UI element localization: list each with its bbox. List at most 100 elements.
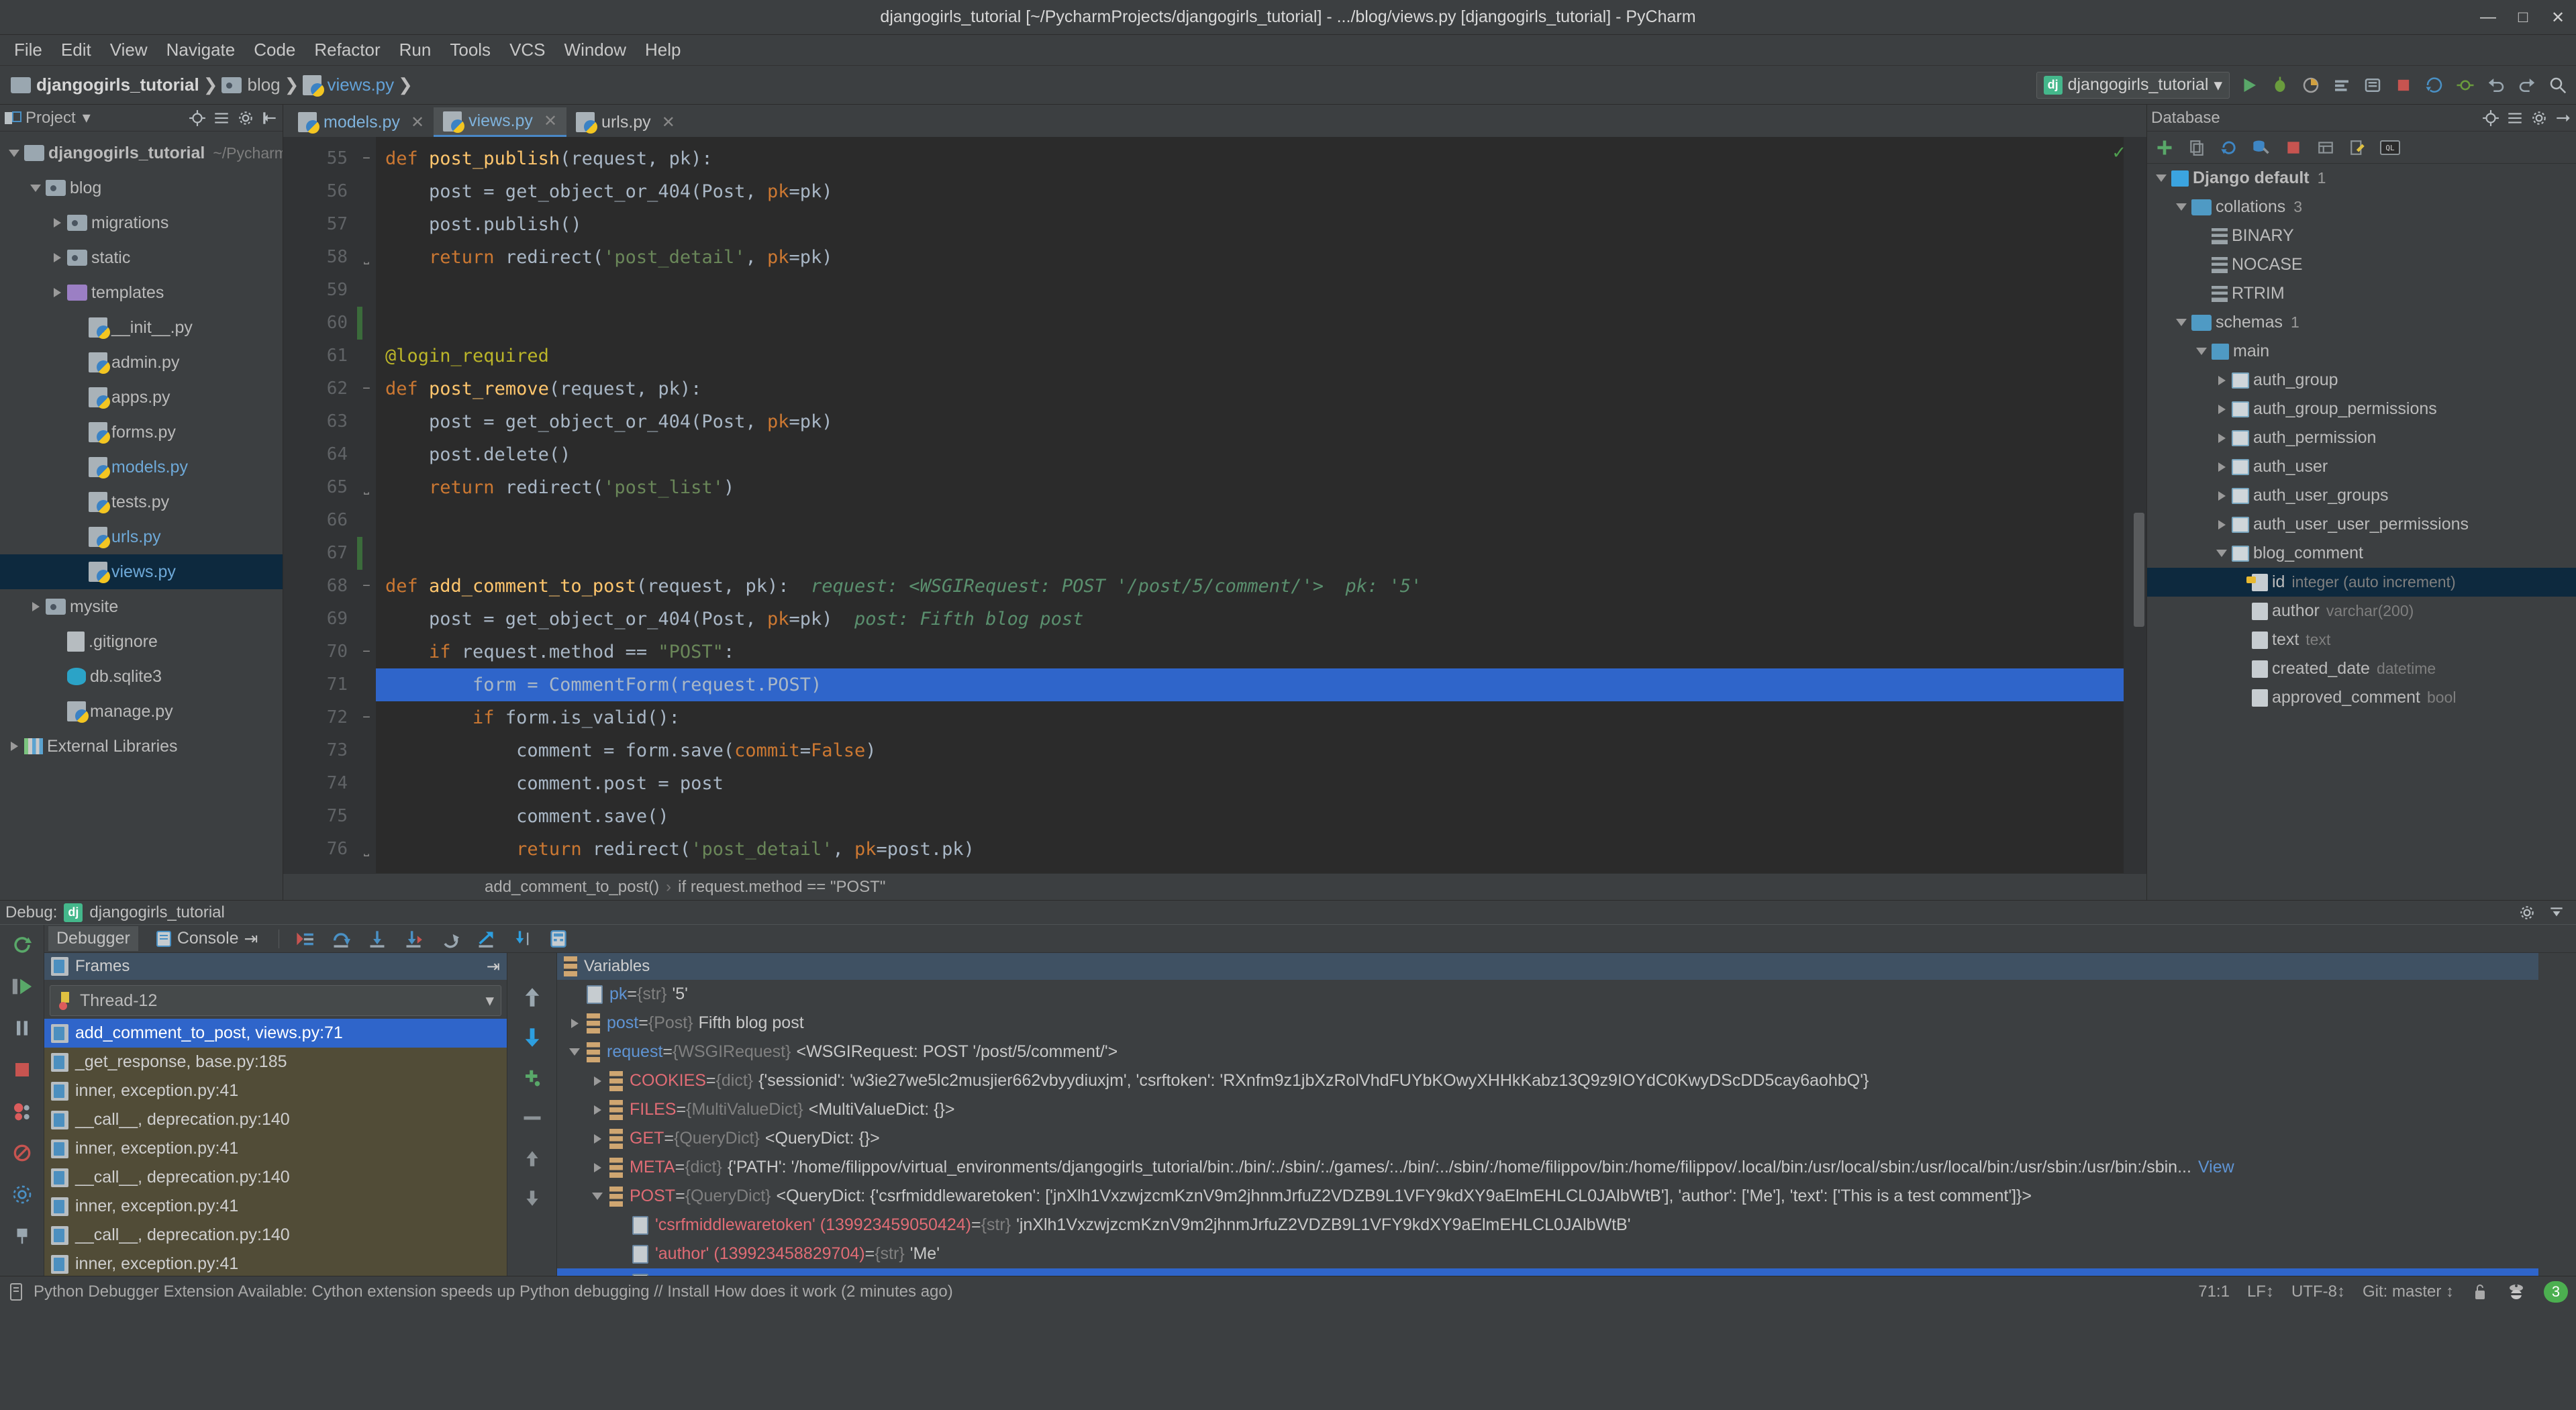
code-line[interactable]: post.delete() — [376, 438, 2124, 471]
database-tree-item[interactable]: blog_comment — [2147, 539, 2576, 568]
line-number[interactable]: 71 — [283, 668, 357, 701]
variable-row[interactable]: 'csrfmiddlewaretoken' (139923459050424) … — [557, 1211, 2538, 1240]
variable-row[interactable]: 'author' (139923458829704) = {str} 'Me' — [557, 1240, 2538, 1268]
stop-program-icon[interactable] — [9, 1056, 36, 1083]
project-tree-item[interactable]: models.py — [0, 450, 283, 485]
commit-icon[interactable] — [2454, 74, 2477, 97]
expand-twisty-icon[interactable] — [585, 1134, 609, 1144]
caret-position[interactable]: 71:1 — [2198, 1282, 2230, 1301]
resume-program-icon[interactable] — [9, 973, 36, 1000]
refresh-icon[interactable] — [2218, 137, 2240, 158]
expand-twisty-icon[interactable] — [585, 1105, 609, 1115]
code-line[interactable]: def post_publish(request, pk): — [376, 142, 2124, 175]
database-tree-item[interactable]: author varchar(200) — [2147, 597, 2576, 625]
move-watch-up-icon[interactable] — [519, 1145, 546, 1172]
maximize-icon[interactable]: □ — [2514, 8, 2532, 26]
project-tree-item[interactable]: __init__.py — [0, 310, 283, 345]
project-tree-item[interactable]: templates — [0, 275, 283, 310]
database-tree-item[interactable]: text text — [2147, 625, 2576, 654]
database-tree-item[interactable]: NOCASE — [2147, 250, 2576, 279]
encoding[interactable]: UTF-8↕ — [2291, 1282, 2345, 1301]
line-number[interactable]: 76 — [283, 833, 357, 866]
collapse-twisty-icon[interactable] — [585, 1193, 609, 1200]
menu-item-edit[interactable]: Edit — [52, 37, 100, 63]
variable-row[interactable]: META = {dict} {'PATH': '/home/filippov/vi… — [557, 1153, 2538, 1182]
editor-markers-strip[interactable]: ✓ — [2112, 137, 2146, 873]
expand-twisty-icon[interactable] — [585, 1162, 609, 1172]
fold-marker-icon[interactable]: ⎵ — [357, 471, 376, 504]
tab-console[interactable]: Console ⇥ — [148, 926, 266, 952]
code-line[interactable]: return redirect('post_detail', pk=pk) — [376, 241, 2124, 274]
detach-icon[interactable]: ⇥ — [244, 929, 258, 949]
project-tree-item[interactable]: forms.py — [0, 415, 283, 450]
fold-marker-icon[interactable]: − — [357, 636, 376, 668]
run-to-cursor-icon[interactable] — [473, 925, 499, 952]
variable-row[interactable]: COOKIES = {dict} {'sessionid': 'w3ie27we5… — [557, 1066, 2538, 1095]
database-tree-item[interactable]: id integer (auto increment) — [2147, 568, 2576, 597]
view-breakpoints-icon[interactable] — [9, 1098, 36, 1125]
code-line[interactable]: post = get_object_or_404(Post, pk=pk) po… — [376, 603, 2124, 636]
mute-breakpoints-icon[interactable] — [9, 1140, 36, 1166]
collapse-twisty-icon[interactable] — [562, 1048, 587, 1056]
close-icon[interactable]: ✕ — [2549, 9, 2567, 27]
code-line[interactable]: comment = form.save(commit=False) — [376, 734, 2124, 767]
line-number-gutter[interactable]: 55 56 57 58 59 60 61 62 63 64 65 66 67 68 69 70 71 72 73 74… — [283, 137, 357, 873]
menu-item-vcs[interactable]: VCS — [501, 37, 554, 63]
frame-list-item[interactable]: inner, exception.py:41 — [44, 1134, 507, 1163]
code-line[interactable] — [376, 307, 2124, 340]
code-line[interactable]: comment.post = post — [376, 767, 2124, 800]
code-folding-strip[interactable]: − ⎵ − ⎵ − − − ⎵ — [357, 137, 376, 873]
expand-twisty-icon[interactable] — [2212, 519, 2232, 530]
line-number[interactable]: 58 — [283, 241, 357, 274]
project-tree-item[interactable]: apps.py — [0, 380, 283, 415]
frame-down-icon[interactable] — [519, 1024, 546, 1051]
breadcrumb-function[interactable]: add_comment_to_post() — [485, 878, 659, 897]
line-number[interactable]: 60 — [283, 307, 357, 340]
evaluate-expression-icon[interactable] — [545, 925, 572, 952]
expand-twisty-icon[interactable] — [47, 253, 67, 262]
code-line[interactable]: return redirect('post_detail', pk=post.p… — [376, 833, 2124, 866]
step-into-my-code-icon[interactable] — [509, 925, 536, 952]
database-tree-item[interactable]: auth_user_user_permissions — [2147, 510, 2576, 539]
inspection-status-icon[interactable]: ✓ — [2112, 142, 2126, 163]
line-number[interactable]: 62 — [283, 372, 357, 405]
line-number[interactable]: 67 — [283, 537, 357, 570]
code-line[interactable]: @login_required — [376, 340, 2124, 372]
line-number[interactable]: 68 — [283, 570, 357, 603]
run-configuration-selector[interactable]: dj djangogirls_tutorial ▾ — [2036, 71, 2230, 99]
step-out-icon[interactable] — [436, 925, 463, 952]
database-tree-item[interactable]: auth_user_groups — [2147, 481, 2576, 510]
chevron-down-icon[interactable]: ▾ — [83, 108, 91, 128]
expand-twisty-icon[interactable] — [562, 1018, 587, 1028]
redo-icon[interactable] — [2516, 74, 2538, 97]
fold-marker-icon[interactable]: − — [357, 142, 376, 175]
fold-marker-icon[interactable]: ⎵ — [357, 241, 376, 274]
breadcrumb-item-blog[interactable]: blog — [217, 74, 284, 95]
fold-marker-icon[interactable]: − — [357, 372, 376, 405]
pause-program-icon[interactable] — [9, 1015, 36, 1042]
code-line[interactable]: comment.save() — [376, 800, 2124, 833]
database-tree-item[interactable]: auth_group — [2147, 366, 2576, 395]
minimize-icon[interactable]: — — [2479, 8, 2497, 26]
add-watch-icon[interactable] — [519, 1064, 546, 1091]
gear-icon[interactable] — [2530, 109, 2548, 127]
locate-icon[interactable] — [2482, 109, 2499, 127]
project-tree-item[interactable]: mysite — [0, 589, 283, 624]
frame-list-item[interactable]: inner, exception.py:41 — [44, 1192, 507, 1221]
detach-icon[interactable]: ⇥ — [487, 957, 500, 976]
gear-icon[interactable] — [2518, 904, 2536, 921]
project-tree-item[interactable]: manage.py — [0, 694, 283, 729]
variables-list[interactable]: pk = {str} '5' post = {Post} Fifth blog pos… — [557, 980, 2538, 1276]
add-datasource-icon[interactable] — [2154, 137, 2175, 158]
database-tree-item[interactable]: auth_user — [2147, 452, 2576, 481]
undo-icon[interactable] — [2485, 74, 2508, 97]
menu-item-tools[interactable]: Tools — [441, 37, 499, 63]
expand-twisty-icon[interactable] — [585, 1076, 609, 1086]
database-tree-item[interactable]: auth_group_permissions — [2147, 395, 2576, 423]
breadcrumb-item-project[interactable]: djangogirls_tutorial — [7, 74, 203, 95]
menu-item-navigate[interactable]: Navigate — [158, 37, 244, 63]
open-table-icon[interactable] — [2315, 137, 2336, 158]
line-number[interactable]: 74 — [283, 767, 357, 800]
git-branch[interactable]: Git: master ↕ — [2363, 1282, 2454, 1301]
profile-button[interactable] — [2330, 74, 2353, 97]
